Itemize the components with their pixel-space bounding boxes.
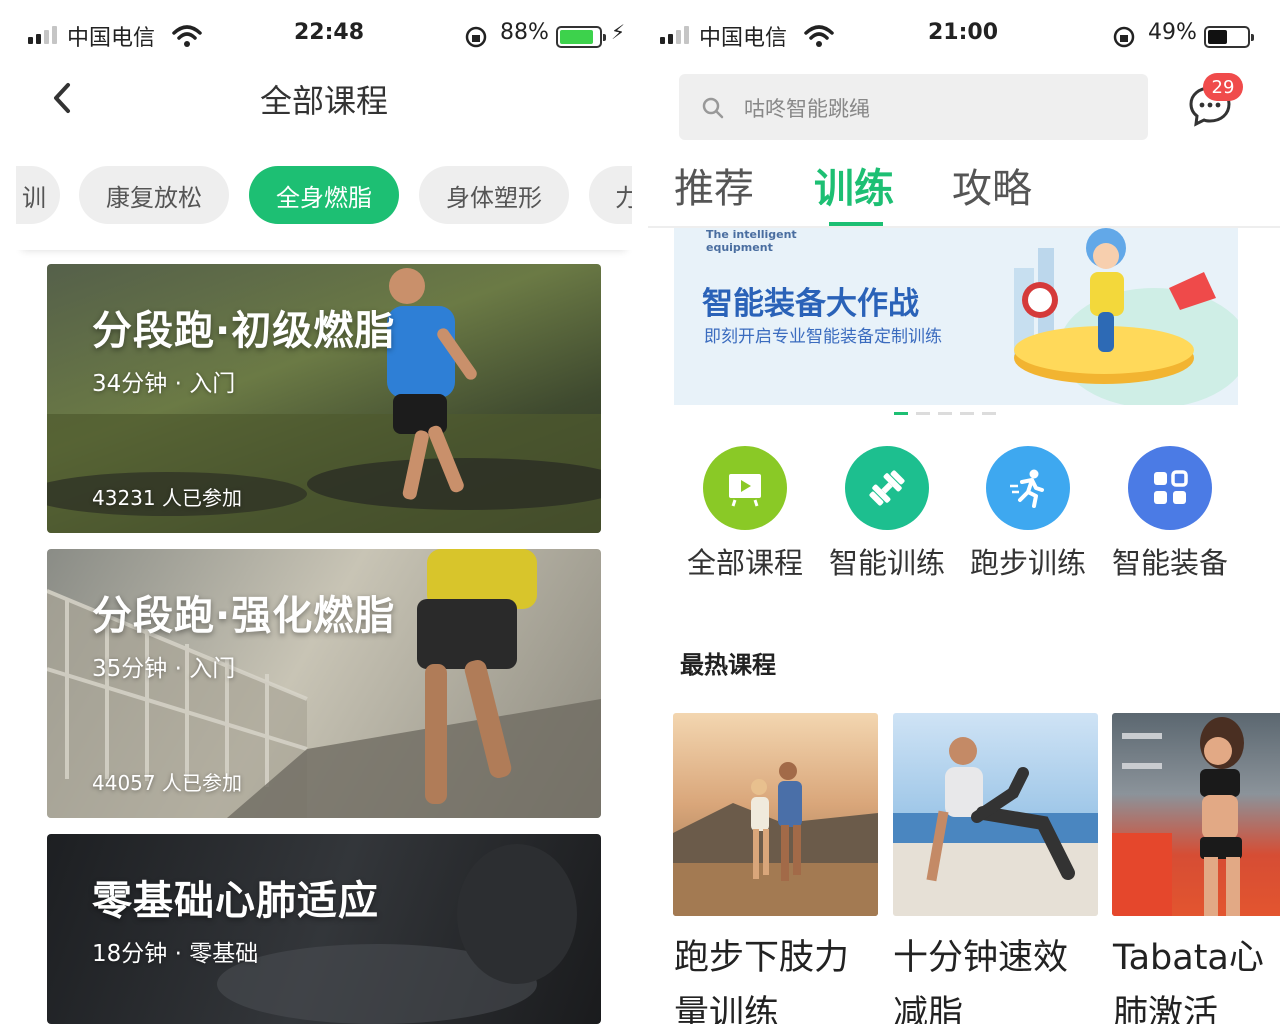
filter-pill-3[interactable]: 身体塑形: [419, 166, 569, 224]
course-card[interactable]: 分段跑·初级燃脂 34分钟 · 入门 43231 人已参加: [47, 264, 601, 533]
banner-small-text: The intelligent equipment: [706, 228, 797, 254]
hot-course-title: Tabata心肺激活: [1113, 938, 1264, 1024]
category-label: 跑步训练: [969, 546, 1086, 580]
carrier-label: 中国电信: [67, 26, 156, 51]
course-title: 分段跑·初级燃脂: [92, 308, 396, 354]
search-bar[interactable]: 咕咚智能跳绳: [679, 74, 1148, 140]
course-card[interactable]: 分段跑·强化燃脂 35分钟 · 入门 44057 人已参加: [47, 549, 601, 818]
pagination-dot: [916, 412, 930, 415]
hot-course-title: 十分钟速效减脂: [893, 938, 1069, 1024]
couple-running-photo: [673, 762, 878, 916]
status-time: 22:48: [294, 20, 365, 45]
course-participants: 43231 人已参加: [92, 486, 242, 510]
banner-pagination: [894, 412, 996, 415]
course-meta: 34分钟 · 入门: [92, 371, 236, 397]
dumbbell-icon: [869, 470, 905, 506]
hot-course-card[interactable]: [893, 713, 1098, 916]
section-title: 最热课程: [680, 651, 776, 679]
category-label: 智能训练: [828, 546, 945, 580]
play-board-icon: [729, 474, 761, 507]
banner-subtitle: 即刻开启专业智能装备定制训练: [704, 327, 942, 347]
course-meta: 35分钟 · 入门: [92, 656, 236, 682]
promo-banner[interactable]: The intelligent equipment 智能装备大作战 即刻开启专业…: [674, 228, 1238, 405]
category-label: 全部课程: [686, 546, 803, 580]
status-time: 21:00: [928, 20, 999, 45]
hot-course-title: 跑步下肢力量训练: [674, 938, 850, 1024]
hot-course-card[interactable]: [673, 713, 878, 916]
filter-pill-active[interactable]: 全身燃脂: [249, 166, 399, 224]
rotation-lock-icon: [1113, 26, 1135, 48]
battery-percent: 88%: [500, 20, 549, 45]
hot-course-card[interactable]: [1112, 713, 1280, 916]
tab-recommend[interactable]: 推荐: [674, 156, 754, 214]
training-screen: 中国电信 21:00 49% 咕咚智能跳绳 29 推荐 训练 攻略 The in…: [648, 0, 1280, 1024]
pagination-dot: [982, 412, 996, 415]
carrier-label: 中国电信: [699, 26, 788, 51]
tab-guide[interactable]: 攻略: [952, 156, 1032, 214]
message-badge: 29: [1203, 73, 1243, 101]
rotation-lock-icon: [465, 26, 487, 48]
course-meta: 18分钟 · 零基础: [92, 941, 259, 967]
category-label: 智能装备: [1111, 546, 1228, 580]
tab-training[interactable]: 训练: [814, 156, 894, 214]
course-card[interactable]: 零基础心肺适应 18分钟 · 零基础: [47, 834, 601, 1024]
status-bar: 中国电信 22:48 88% ⚡: [16, 18, 632, 54]
smart-training-button[interactable]: [845, 446, 929, 530]
pagination-dot: [894, 412, 908, 415]
banner-title: 智能装备大作战: [702, 286, 919, 322]
wifi-icon: [172, 25, 202, 47]
course-title: 分段跑·强化燃脂: [92, 593, 396, 639]
signal-icon: [28, 26, 57, 44]
course-participants: 44057 人已参加: [92, 771, 242, 795]
charging-icon: ⚡: [611, 20, 626, 44]
search-icon: [702, 97, 724, 119]
page-title: 全部课程: [259, 82, 388, 120]
all-courses-button[interactable]: [703, 446, 787, 530]
stretch-photo: [217, 844, 577, 1024]
battery-icon: [556, 26, 606, 48]
gym-woman-photo: [1112, 717, 1244, 916]
running-training-button[interactable]: [986, 446, 1070, 530]
status-bar: 中国电信 21:00 49%: [648, 18, 1280, 54]
pagination-dot: [960, 412, 974, 415]
pagination-dot: [938, 412, 952, 415]
smart-equipment-button[interactable]: [1128, 446, 1212, 530]
course-title: 零基础心肺适应: [92, 878, 379, 924]
signal-icon: [660, 26, 689, 44]
battery-icon: [1204, 26, 1254, 48]
wifi-icon: [804, 25, 834, 47]
battery-percent: 49%: [1148, 20, 1197, 45]
lunge-exercise-photo: [893, 737, 1098, 916]
grid-icon: [1154, 470, 1188, 504]
search-placeholder: 咕咚智能跳绳: [744, 97, 870, 121]
banner-illustration: [1014, 228, 1238, 405]
runner-icon: [1010, 469, 1044, 508]
filter-pill-1[interactable]: 康复放松: [79, 166, 229, 224]
all-courses-screen: 中国电信 22:48 88% ⚡ 全部课程 训 康复放松 全身燃脂 身体塑形 力…: [16, 0, 632, 1024]
